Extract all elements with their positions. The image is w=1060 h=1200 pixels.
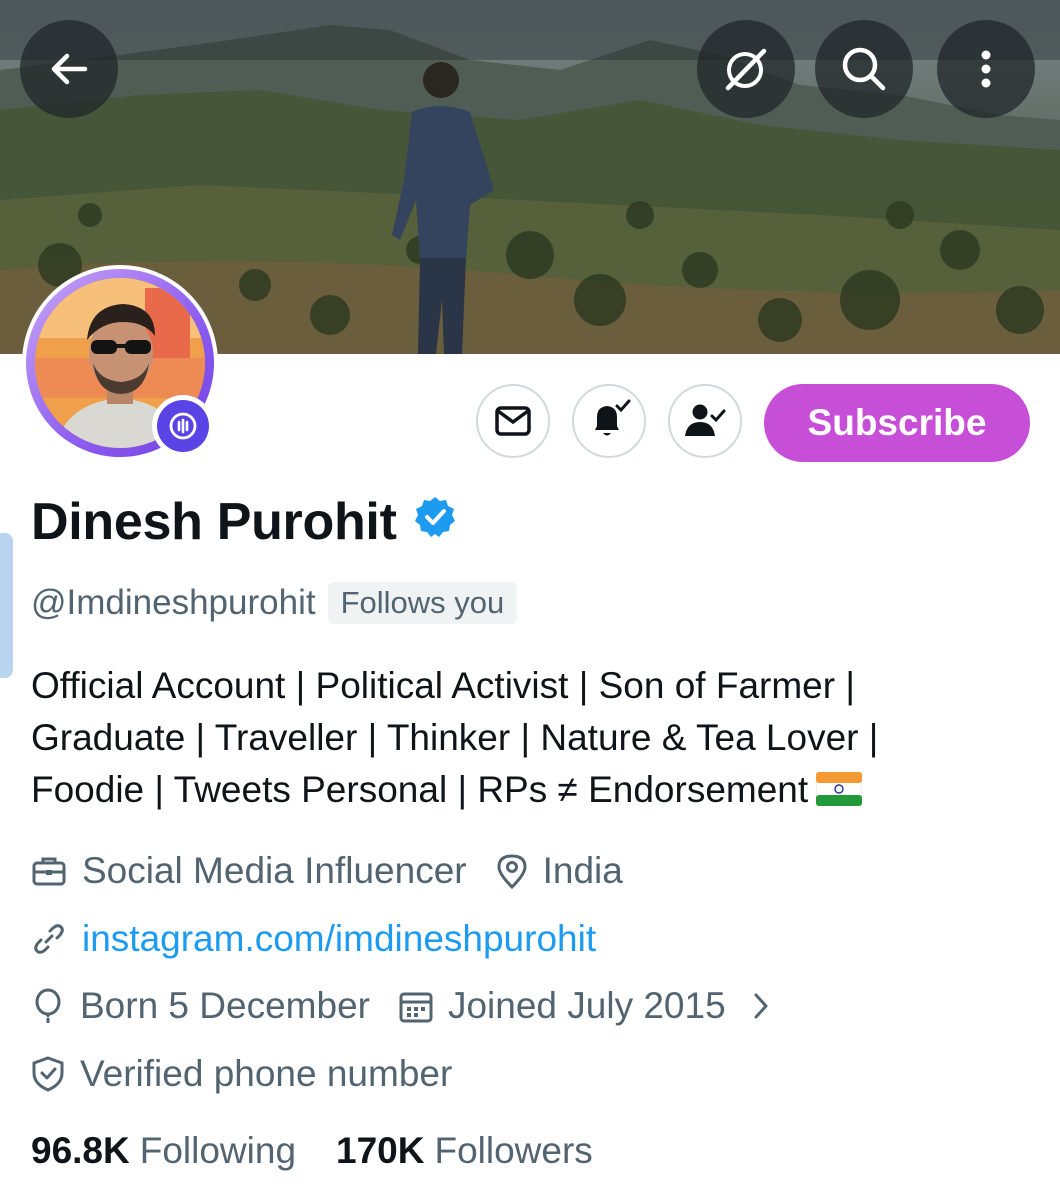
- profession-text: Social Media Influencer: [82, 850, 467, 891]
- profile-name-row: Dinesh Purohit: [31, 492, 457, 552]
- handle-row: @Imdineshpurohit Follows you: [31, 582, 518, 624]
- following-count: 96.8K: [31, 1130, 130, 1171]
- joined-item[interactable]: Joined July 2015: [398, 985, 772, 1027]
- back-button[interactable]: [20, 20, 118, 118]
- bio-line: Graduate | Traveller | Thinker | Nature …: [31, 717, 879, 758]
- birthday-item: Born 5 December: [30, 985, 370, 1027]
- profile-meta-row-4: Verified phone number: [30, 1053, 452, 1095]
- bio-line-with-flag: Foodie | Tweets Personal | RPs ≠ Endorse…: [31, 764, 1031, 820]
- following-button[interactable]: [668, 384, 742, 458]
- website-link[interactable]: instagram.com/imdineshpurohit: [82, 918, 596, 960]
- profile-handle: @Imdineshpurohit: [31, 583, 316, 622]
- joined-text: Joined July 2015: [447, 985, 726, 1026]
- verified-phone-item: Verified phone number: [30, 1053, 452, 1095]
- followers-count: 170K: [336, 1130, 425, 1171]
- location-text: India: [542, 850, 623, 891]
- website-item[interactable]: instagram.com/imdineshpurohit: [30, 918, 596, 960]
- followers-label: Followers: [434, 1130, 593, 1171]
- person-check-icon: [685, 404, 726, 436]
- profile-name: Dinesh Purohit: [31, 493, 397, 551]
- followers-stat[interactable]: 170K Followers: [336, 1130, 593, 1172]
- notifications-button[interactable]: [572, 384, 646, 458]
- location-item: India: [495, 850, 623, 892]
- birthday-text: Born 5 December: [80, 985, 370, 1026]
- bio-line: Foodie | Tweets Personal | RPs ≠ Endorse…: [31, 769, 809, 810]
- grok-icon: [725, 48, 767, 91]
- microphone-icon: [169, 412, 197, 440]
- bell-check-icon: [595, 399, 631, 436]
- following-label: Following: [139, 1130, 297, 1171]
- india-flag-icon: [815, 768, 863, 820]
- profile-meta-row-1: Social Media Influencer India: [30, 850, 623, 892]
- briefcase-icon: [32, 857, 66, 886]
- spaces-badge: [152, 395, 214, 457]
- bio-line: Official Account | Political Activist | …: [31, 665, 855, 706]
- chevron-right-icon[interactable]: [750, 991, 772, 1021]
- verified-badge-icon[interactable]: [413, 492, 457, 552]
- message-button[interactable]: [476, 384, 550, 458]
- calendar-icon: [399, 992, 433, 1023]
- profile-meta-row-2: instagram.com/imdineshpurohit: [30, 918, 596, 960]
- location-pin-icon: [497, 854, 527, 890]
- more-vertical-icon: [981, 50, 991, 88]
- subscribe-button[interactable]: Subscribe: [764, 384, 1030, 462]
- profession-item: Social Media Influencer: [30, 850, 467, 892]
- profile-bio: Official Account | Political Activist | …: [31, 660, 1031, 820]
- balloon-icon: [35, 988, 61, 1023]
- follow-stats: 96.8K Following 170K Followers: [31, 1130, 593, 1172]
- following-stat[interactable]: 96.8K Following: [31, 1130, 296, 1172]
- profile-meta-row-3: Born 5 December Joined July 2015: [30, 985, 772, 1027]
- grok-button[interactable]: [697, 20, 795, 118]
- follows-you-badge: Follows you: [327, 582, 518, 624]
- link-icon: [34, 924, 64, 954]
- search-button[interactable]: [815, 20, 913, 118]
- verified-phone-text: Verified phone number: [80, 1053, 453, 1094]
- arrow-left-icon: [51, 53, 88, 85]
- edge-scroll-handle[interactable]: [0, 533, 13, 678]
- shield-check-icon: [32, 1056, 64, 1092]
- search-icon: [842, 47, 886, 91]
- more-button[interactable]: [937, 20, 1035, 118]
- envelope-icon: [495, 406, 531, 436]
